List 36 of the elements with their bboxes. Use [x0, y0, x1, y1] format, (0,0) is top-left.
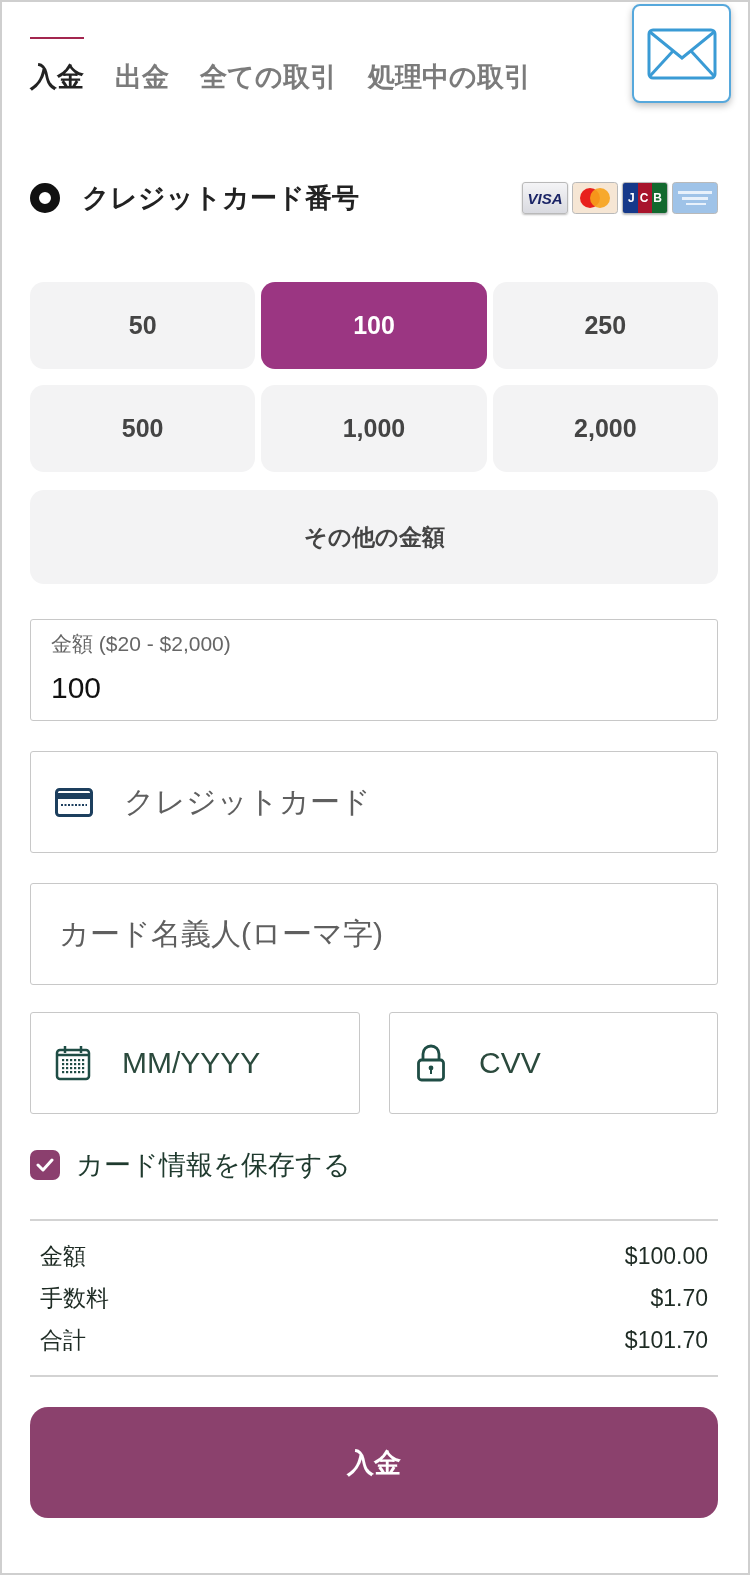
amount-option-button[interactable]: 1,000: [261, 385, 487, 472]
cardholder-name-field[interactable]: カード名義人(ローマ字): [30, 883, 718, 985]
summary-label: 金額: [40, 1241, 86, 1271]
summary-value: $1.70: [650, 1284, 708, 1312]
card-logo-icon: [672, 182, 718, 214]
amount-option-button[interactable]: 2,000: [492, 385, 718, 472]
credit-card-icon: [55, 787, 93, 817]
card-number-field[interactable]: クレジットカード: [30, 751, 718, 853]
other-amount-button[interactable]: その他の金額: [30, 490, 718, 584]
check-icon: [36, 1158, 54, 1172]
summary-value: $101.70: [624, 1326, 708, 1354]
mail-button[interactable]: [632, 4, 731, 103]
summary-label: 合計: [40, 1325, 86, 1355]
radio-button[interactable]: [30, 183, 60, 213]
amount-option-button[interactable]: 250: [492, 282, 718, 369]
summary-value: $100.00: [624, 1242, 708, 1270]
field-label: 金額 ($20 - $2,000): [51, 631, 231, 657]
lock-icon: [417, 1044, 445, 1082]
checkbox-label: カード情報を保存する: [76, 1149, 351, 1182]
cvv-field[interactable]: CVV: [389, 1012, 718, 1114]
tab[interactable]: 全ての取引: [200, 37, 337, 93]
overlapping-circles-icon: [572, 182, 618, 214]
calendar-icon: [55, 1045, 91, 1081]
deposit-button[interactable]: 入金: [30, 1407, 718, 1518]
summary-label: 手数料: [40, 1283, 109, 1313]
expiry-date-field[interactable]: MM/YYYY: [30, 1012, 360, 1114]
payment-method-label: クレジットカード番号: [82, 182, 359, 215]
amount-option-button[interactable]: 50: [30, 282, 256, 369]
checkbox[interactable]: [30, 1150, 60, 1180]
tab[interactable]: 出金: [115, 37, 169, 93]
amount-option-button[interactable]: 500: [30, 385, 256, 472]
card-brand-logo: VISA: [522, 182, 568, 214]
tab[interactable]: 入金: [30, 37, 84, 93]
tab[interactable]: 処理中の取引: [368, 37, 531, 93]
amount-option-button[interactable]: 100: [261, 282, 487, 369]
envelope-icon: [646, 27, 717, 80]
